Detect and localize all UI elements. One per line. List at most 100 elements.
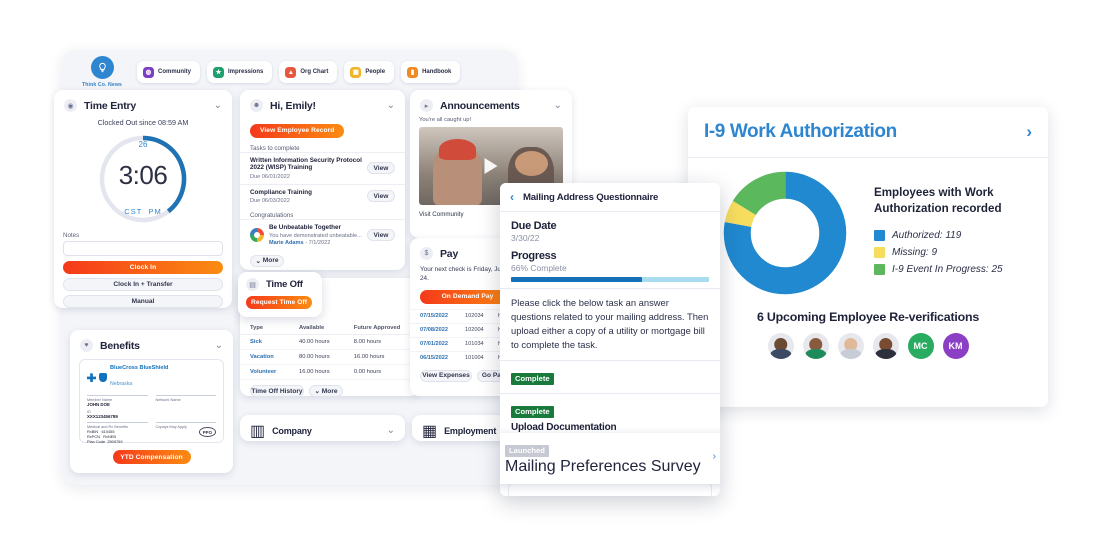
dashboard-composite: Think Co. News ◍ Community ★ Impressions… [0, 0, 1110, 555]
request-time-off-button[interactable]: Request Time Off [246, 296, 312, 309]
task-view-button[interactable]: View [367, 190, 395, 203]
modal-header: ‹ Mailing Address Questionnaire [500, 183, 720, 212]
hi-emily-header: ☻ Hi, Emily! ⌄ [240, 90, 405, 119]
legend-label: Missing: 9 [892, 247, 938, 259]
benefits-card: ♥ Benefits ⌄ BlueCross BlueShield Nebras… [70, 330, 233, 473]
pay-date: 07/15/2022 [420, 313, 448, 320]
chevron-down-icon[interactable]: ⌄ [214, 100, 222, 111]
time-entry-card: ◉ Time Entry ⌄ Clocked Out since 08:59 A… [54, 90, 232, 308]
progress-bar-fill [511, 277, 642, 282]
congrats-section-label: Congratulations [250, 212, 294, 220]
avatar[interactable] [767, 333, 794, 359]
member-id-value: XXX123456789 [87, 413, 118, 419]
work-authorization-donut-chart [723, 171, 847, 295]
nav-pill-label: Community [158, 69, 191, 75]
nav-pill-org-chart[interactable]: ▲ Org Chart [279, 61, 338, 83]
avatar-body [874, 348, 897, 359]
avatar[interactable] [837, 333, 864, 359]
clock-in-button[interactable]: Clock In [63, 261, 223, 274]
view-employee-record-button[interactable]: View Employee Record [250, 123, 345, 138]
chevron-right-icon[interactable]: › [713, 451, 716, 462]
status-badge: Complete [511, 405, 554, 418]
congrats-desc: You have demonstrated unbeatable... [269, 232, 362, 239]
task-due: Due 06/03/2022 [250, 198, 290, 205]
column-header: Type [240, 322, 289, 335]
plan-type-badge: PPO [198, 427, 216, 437]
time-entry-header: ◉ Time Entry ⌄ [54, 90, 232, 119]
modal-description: Please click the below task an answer qu… [500, 288, 720, 362]
benefit-row: Plan Code 2509759 [87, 438, 123, 444]
column-header: Future Approved [343, 322, 420, 335]
time-off-type[interactable]: Sick [240, 334, 289, 350]
avatar[interactable] [802, 333, 829, 359]
avatar-body [769, 348, 792, 359]
task-view-button[interactable]: View [367, 162, 395, 175]
chevron-right-icon[interactable]: › [1026, 122, 1032, 142]
status-badge: Launched [505, 444, 549, 457]
time-off-available: 80.00 hours [288, 349, 344, 365]
building-icon: ▥ [250, 423, 266, 440]
time-off-table: Type Available Future Approved Sick 40.0… [240, 322, 420, 380]
benefits-header: ♥ Benefits ⌄ [70, 330, 233, 359]
avatar-initials[interactable]: MC [907, 333, 934, 359]
time-off-history-button[interactable]: Time Off History [250, 385, 304, 396]
time-off-type[interactable]: Vacation [240, 349, 289, 365]
avatar-initials[interactable]: KM [942, 333, 969, 359]
card-title: Pay [440, 247, 459, 260]
i9-header[interactable]: I-9 Work Authorization › [688, 107, 1048, 158]
play-icon[interactable] [484, 158, 498, 174]
nav-pill-handbook[interactable]: ▮ Handbook [401, 61, 461, 83]
ytd-compensation-button[interactable]: YTD Compensation [112, 450, 191, 464]
card-title: Time Entry [84, 99, 137, 112]
avatar-list: MC KM [688, 333, 1048, 359]
progress-text: 66% Complete [511, 263, 567, 273]
insurer-logo: BlueCross BlueShield Nebraska [87, 365, 216, 390]
announcements-status: You're all caught up! [419, 117, 472, 123]
task-row[interactable]: Written Information Security Protocol 20… [240, 151, 405, 184]
column-header: Available [288, 322, 344, 335]
megaphone-icon: ▸ [420, 99, 433, 112]
modal-task-row-launched[interactable]: Launched Mailing Preferences Survey › [500, 433, 720, 484]
time-dial: 26 3:06 CST PM [54, 132, 232, 226]
manual-button[interactable]: Manual [63, 295, 223, 308]
congrats-view-button[interactable]: View [367, 229, 395, 241]
avatar[interactable] [872, 333, 899, 359]
insurance-card: BlueCross BlueShield Nebraska Member Nam… [79, 359, 224, 444]
modal-summary: Due Date 3/30/22 Progress 66% Complete [500, 212, 720, 288]
chevron-down-icon[interactable]: ⌄ [215, 340, 223, 351]
briefcase-icon: ▦ [422, 423, 438, 440]
chevron-down-icon[interactable]: ⌄ [387, 100, 395, 111]
brand-logo[interactable]: Think Co. News [74, 56, 130, 88]
lightbulb-icon [90, 56, 114, 80]
pay-date: 07/01/2022 [420, 341, 448, 348]
nav-pill-community[interactable]: ◍ Community [137, 61, 200, 83]
card-title: Announcements [440, 99, 520, 112]
chevron-down-icon[interactable]: ⌄ [554, 100, 562, 111]
star-icon: ★ [213, 66, 224, 78]
chevron-left-icon[interactable]: ‹ [510, 191, 514, 203]
time-off-future: 8.00 hours [343, 334, 420, 350]
chart-legend: Authorized: 119 Missing: 9 I-9 Event In … [874, 230, 1032, 276]
clock-in-transfer-button[interactable]: Clock In + Transfer [63, 278, 223, 291]
modal-task-row[interactable]: Complete [500, 361, 720, 395]
pay-number: 102004 [465, 327, 484, 334]
more-button[interactable]: ⌄ More [250, 254, 284, 267]
pay-date: 06/15/2022 [420, 355, 448, 362]
network-name-label: Network Name [155, 397, 181, 402]
task-row[interactable]: Compliance Training Due 06/03/2022 View [240, 183, 405, 208]
congrats-row[interactable]: Be Unbeatable Together You have demonstr… [240, 219, 405, 250]
card-title: Hi, Emily! [270, 99, 316, 112]
notes-input[interactable] [63, 241, 223, 256]
dial-day: 26 [138, 140, 148, 149]
nav-pill-people[interactable]: ▣ People [344, 61, 395, 83]
nav-pill-impressions[interactable]: ★ Impressions [207, 61, 273, 83]
time-off-type[interactable]: Volunteer [240, 364, 289, 380]
i9-chart-area: Employees with Work Authorization record… [688, 158, 1048, 296]
view-expenses-button[interactable]: View Expenses [420, 369, 472, 382]
bcbs-cross-icon [87, 373, 96, 383]
company-card[interactable]: ▥ Company ⌄ [240, 415, 405, 441]
time-off-more-button[interactable]: ⌄ More [309, 385, 343, 396]
legend-label: Authorized: 119 [892, 230, 962, 242]
plan-name: BlueCross BlueShield [110, 365, 169, 371]
chevron-down-icon[interactable]: ⌄ [387, 426, 395, 436]
